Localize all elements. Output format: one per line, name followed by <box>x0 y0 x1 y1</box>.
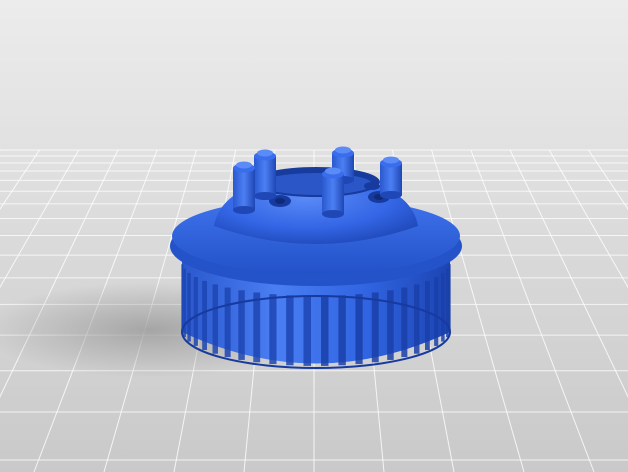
pulley-tooth-groove <box>321 295 329 366</box>
pulley-tooth-groove <box>338 295 346 366</box>
pulley-tooth-groove <box>212 284 218 354</box>
pulley-tooth-groove <box>181 264 184 333</box>
pulley-tooth-groove <box>224 287 231 358</box>
pulley-tooth-groove <box>425 280 430 351</box>
pulley-tooth-groove <box>286 295 294 366</box>
pulley-tooth-groove <box>187 272 191 342</box>
pulley-tooth-groove <box>355 294 363 365</box>
screw-hole <box>364 182 380 190</box>
pulley-tooth-groove <box>434 277 439 346</box>
pulley-tooth-groove <box>193 277 198 346</box>
pulley-tooth-groove <box>448 264 451 333</box>
pulley-post <box>254 149 276 200</box>
pulley-tooth-groove <box>202 280 207 351</box>
screw-hole <box>275 198 285 204</box>
pulley-tooth-groove <box>269 294 277 365</box>
pulley-tooth-groove <box>401 287 408 358</box>
pulley-post <box>233 161 255 214</box>
pulley-post <box>380 156 402 199</box>
pulley-tooth-groove <box>371 292 379 363</box>
pulley-tooth-groove <box>414 284 420 354</box>
render-viewport <box>0 0 628 472</box>
pulley-tooth-groove <box>441 272 445 342</box>
pulley-tooth-groove <box>303 295 311 366</box>
pulley-bore-inner <box>260 173 372 195</box>
pulley-tooth-groove <box>253 292 261 363</box>
pulley-post <box>322 167 344 218</box>
